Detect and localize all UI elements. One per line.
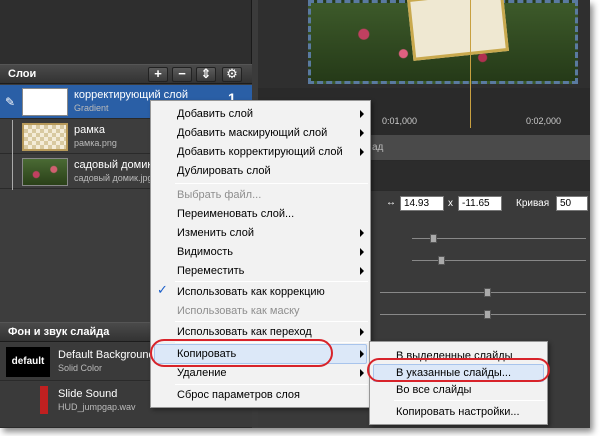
left-top-area: [0, 0, 252, 64]
menu-separator: [394, 400, 545, 401]
background-sub: Solid Color: [58, 363, 103, 373]
layer-name: садовый домик: [74, 159, 153, 171]
y-value-field[interactable]: -11.65: [458, 196, 502, 211]
remove-layer-button[interactable]: −: [172, 67, 192, 82]
layers-panel-title: Слои: [8, 68, 37, 80]
layer-sub: рамка.png: [74, 138, 117, 148]
layer-thumbnail: [22, 88, 68, 116]
layer-thumbnail: [22, 158, 68, 186]
menu-item-copy-to-selected[interactable]: В выделенные слайды: [396, 347, 513, 365]
menu-item-add-layer[interactable]: Добавить слой: [177, 105, 253, 123]
curve-label: Кривая: [516, 198, 550, 209]
checkmark-icon: ✓: [157, 282, 168, 297]
layer-name: рамка: [74, 124, 105, 136]
xy-separator: x: [448, 198, 453, 209]
layer-context-menu: Добавить слой Добавить маскирующий слой …: [150, 100, 371, 408]
layers-panel-header: Слои + − ⇕ ⚙: [0, 64, 252, 84]
layer-sub: Gradient: [74, 103, 109, 113]
keyframe-track: [380, 314, 586, 315]
background-name: Default Background: [58, 349, 155, 361]
default-thumbnail: default: [6, 347, 50, 377]
menu-item-use-as-mask[interactable]: Использовать как маску: [177, 302, 300, 320]
slide-preview: [258, 0, 590, 88]
submenu-arrow-icon: [360, 369, 364, 377]
add-layer-button[interactable]: +: [148, 67, 168, 82]
app-window: Слои + − ⇕ ⚙ ✎ корректирующий слой Gradi…: [0, 0, 590, 428]
menu-item-use-as-adjustment[interactable]: Использовать как коррекцию: [177, 283, 325, 301]
menu-item-edit-layer[interactable]: Изменить слой: [177, 224, 254, 242]
background-panel-title: Фон и звук слайда: [8, 326, 110, 338]
x-value-field[interactable]: 14.93: [400, 196, 444, 211]
submenu-arrow-icon: [360, 129, 364, 137]
keyframe-handle[interactable]: [484, 310, 491, 319]
menu-separator: [175, 183, 368, 184]
menu-item-reset-layer[interactable]: Сброс параметров слоя: [177, 386, 300, 404]
sound-icon: [40, 386, 48, 414]
menu-separator: [175, 281, 368, 282]
time-label: 0:01,000: [382, 116, 418, 126]
submenu-arrow-icon: [360, 229, 364, 237]
keyframe-handle[interactable]: [484, 288, 491, 297]
menu-item-copy[interactable]: Копировать: [177, 345, 236, 363]
submenu-arrow-icon: [360, 148, 364, 156]
keyframe-track: [412, 238, 586, 239]
menu-item-use-as-transition[interactable]: Использовать как переход: [177, 323, 312, 341]
layer-settings-button[interactable]: ⚙: [222, 67, 242, 82]
time-label: 0:02,000: [526, 116, 562, 126]
menu-item-delete[interactable]: Удаление: [177, 364, 227, 382]
menu-item-add-adjustment-layer[interactable]: Добавить корректирующий слой: [177, 143, 343, 161]
layer-tree-line: [12, 120, 13, 190]
menu-item-copy-to-all[interactable]: Во все слайды: [396, 381, 471, 399]
menu-item-move[interactable]: Переместить: [177, 262, 244, 280]
submenu-arrow-icon: [360, 267, 364, 275]
menu-item-copy-to-specified[interactable]: В указанные слайды...: [396, 364, 511, 382]
menu-item-choose-file[interactable]: Выбрать файл...: [177, 186, 261, 204]
sound-name: Slide Sound: [58, 388, 118, 400]
submenu-arrow-icon: [360, 350, 364, 358]
playhead-line: [470, 0, 471, 128]
menu-separator: [175, 321, 368, 322]
menu-item-add-mask-layer[interactable]: Добавить маскирующий слой: [177, 124, 327, 142]
lane-label: ад: [372, 142, 384, 153]
move-layer-button[interactable]: ⇕: [196, 67, 216, 82]
menu-item-rename-layer[interactable]: Переименовать слой...: [177, 205, 294, 223]
pin-icon: ✎: [5, 95, 16, 109]
submenu-arrow-icon: [360, 328, 364, 336]
submenu-arrow-icon: [360, 110, 364, 118]
submenu-arrow-icon: [360, 248, 364, 256]
preview-frame: [407, 0, 509, 61]
sound-sub: HUD_jumpgap.wav: [58, 402, 136, 412]
move-icon: ↔: [386, 197, 396, 208]
menu-item-duplicate-layer[interactable]: Дублировать слой: [177, 162, 271, 180]
layer-sub: садовый домик.jpg: [74, 173, 153, 183]
layer-thumbnail: [22, 123, 68, 151]
keyframe-handle[interactable]: [438, 256, 445, 265]
menu-separator: [175, 342, 368, 343]
menu-separator: [175, 384, 368, 385]
curve-value-field[interactable]: 50: [556, 196, 588, 211]
menu-item-copy-settings[interactable]: Копировать настройки...: [396, 403, 520, 421]
properties-bar: ↔ 14.93 x -11.65 Кривая 50: [370, 196, 590, 214]
menu-item-visibility[interactable]: Видимость: [177, 243, 233, 261]
keyframe-handle[interactable]: [430, 234, 437, 243]
keyframe-track: [380, 292, 586, 293]
copy-submenu: В выделенные слайды В указанные слайды..…: [369, 341, 548, 425]
